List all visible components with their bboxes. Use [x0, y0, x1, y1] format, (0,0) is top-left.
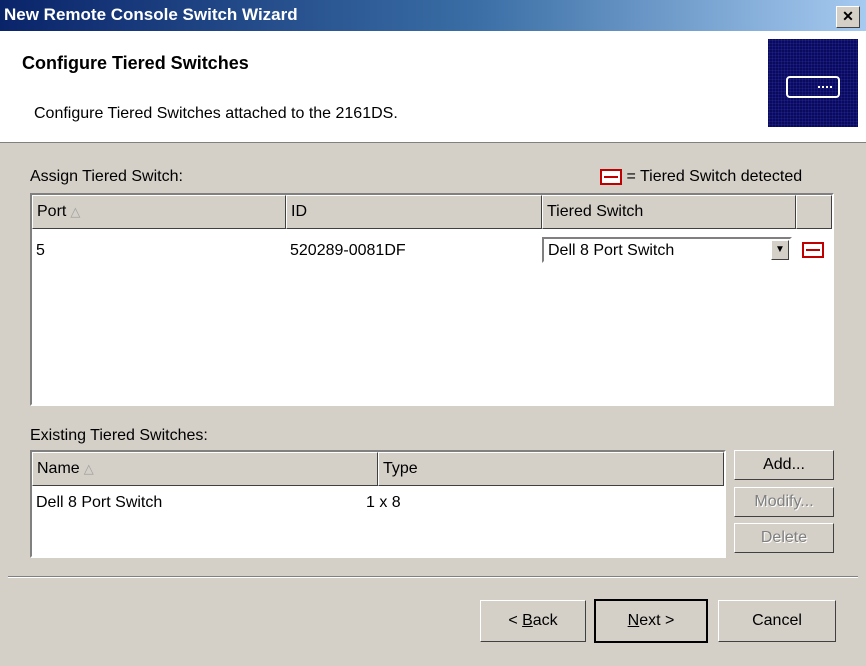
tiered-switch-select[interactable]: Dell 8 Port Switch ▼	[542, 237, 792, 263]
page-title: Configure Tiered Switches	[22, 53, 249, 73]
existing-tiered-switches-label: Existing Tiered Switches:	[30, 427, 208, 444]
delete-button[interactable]: Delete	[734, 523, 834, 553]
page-subtitle: Configure Tiered Switches attached to th…	[34, 105, 398, 122]
close-button[interactable]: ✕	[836, 6, 860, 28]
cancel-button[interactable]: Cancel	[718, 600, 836, 642]
add-button[interactable]: Add...	[734, 450, 834, 480]
detected-legend-text: = Tiered Switch detected	[626, 168, 803, 185]
column-header-tiered-switch[interactable]: Tiered Switch	[542, 195, 796, 229]
assign-table: Port △ ID Tiered Switch 5 520289-0081DF D…	[30, 193, 834, 406]
tiered-switch-select-value: Dell 8 Port Switch	[548, 242, 675, 259]
chevron-down-icon[interactable]: ▼	[771, 240, 789, 260]
back-button[interactable]: < Back	[480, 600, 586, 642]
column-header-type[interactable]: Type	[378, 452, 724, 486]
column-header-id[interactable]: ID	[286, 195, 542, 229]
next-button[interactable]: Next >	[594, 599, 708, 643]
modify-button[interactable]: Modify...	[734, 487, 834, 517]
name-cell: Dell 8 Port Switch	[36, 494, 163, 511]
sort-ascending-icon: △	[70, 204, 81, 219]
existing-table: Name △ Type Dell 8 Port Switch 1 x 8	[30, 450, 726, 558]
type-cell: 1 x 8	[366, 494, 401, 511]
column-header-name[interactable]: Name △	[32, 452, 378, 486]
window-title: New Remote Console Switch Wizard	[4, 5, 298, 24]
wizard-header: Configure Tiered Switches Configure Tier…	[0, 31, 866, 143]
column-header-port[interactable]: Port △	[32, 195, 286, 229]
detected-legend: = Tiered Switch detected	[600, 168, 802, 186]
column-header-detected	[796, 195, 832, 229]
tiered-switch-detected-icon	[802, 242, 824, 258]
title-bar: New Remote Console Switch Wizard ✕	[0, 0, 866, 31]
switch-device-icon	[768, 39, 858, 127]
sort-ascending-icon: △	[83, 461, 94, 476]
assign-tiered-switch-label: Assign Tiered Switch:	[30, 168, 183, 185]
port-cell: 5	[36, 242, 45, 259]
footer-separator	[8, 576, 858, 578]
id-cell: 520289-0081DF	[290, 242, 406, 259]
close-icon: ✕	[842, 8, 854, 24]
tiered-switch-detected-icon	[600, 168, 622, 185]
